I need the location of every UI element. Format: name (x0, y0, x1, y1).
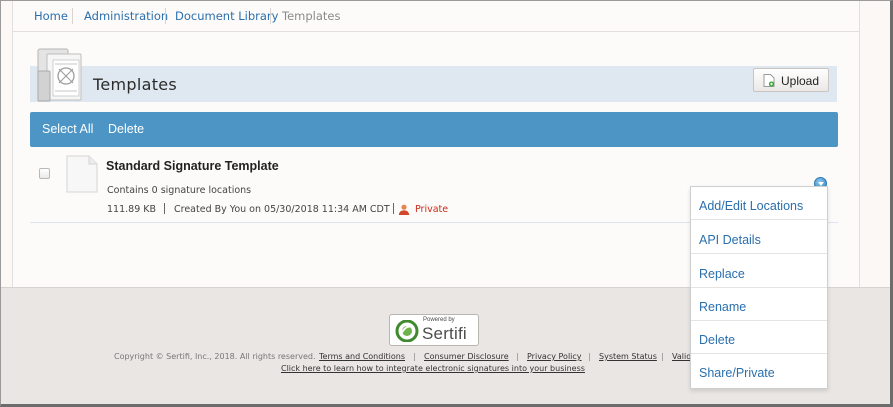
footer-link-terms[interactable]: Terms and Conditions (319, 352, 405, 361)
menu-item-share-private[interactable]: Share/Private (691, 354, 827, 387)
menu-item-label: API Details (699, 233, 761, 247)
brand-name: Sertifi (422, 324, 467, 343)
upload-button-label: Upload (781, 74, 820, 88)
footer-separator: | (516, 352, 519, 361)
menu-item-rename[interactable]: Rename (691, 288, 827, 321)
footer-link-system-status[interactable]: System Status (599, 352, 657, 361)
menu-item-add-edit-locations[interactable]: Add/Edit Locations (691, 187, 827, 220)
upload-file-icon (763, 74, 775, 87)
document-created: Created By You on 05/30/2018 11:34 AM CD… (174, 204, 390, 215)
menu-item-replace[interactable]: Replace (691, 255, 827, 288)
breadcrumb-separator (270, 8, 271, 24)
breadcrumb-separator (72, 8, 73, 24)
breadcrumb-templates: Templates (282, 9, 341, 23)
breadcrumb-document-library[interactable]: Document Library (175, 9, 278, 23)
menu-item-label: Add/Edit Locations (699, 199, 804, 213)
breadcrumb-home[interactable]: Home (34, 9, 68, 23)
footer-link-privacy-policy[interactable]: Privacy Policy (527, 352, 582, 361)
page-title: Templates (93, 75, 178, 94)
footer-link-valid[interactable]: Valid (672, 352, 691, 361)
menu-item-label: Delete (699, 333, 736, 347)
footer-link-consumer-disclosure[interactable]: Consumer Disclosure (424, 352, 509, 361)
sertifi-logo-icon (395, 320, 419, 342)
menu-item-delete[interactable]: Delete (691, 321, 827, 354)
document-icon (66, 155, 98, 193)
document-description: Contains 0 signature locations (107, 185, 252, 196)
sertifi-logo[interactable]: Powered by Sertifi (389, 314, 479, 346)
private-user-icon (398, 204, 410, 215)
row-checkbox[interactable] (39, 168, 50, 179)
row-actions-menu: Add/Edit Locations API Details Replace R… (690, 186, 828, 389)
private-label[interactable]: Private (415, 204, 448, 215)
powered-by-text: Powered by (423, 317, 455, 323)
meta-separator (393, 203, 394, 214)
menu-item-label: Rename (699, 300, 747, 314)
breadcrumb-administration[interactable]: Administration (84, 9, 168, 23)
copyright-text: Copyright © Sertifi, Inc., 2018. All rig… (114, 352, 316, 361)
templates-folder-icon (37, 48, 82, 102)
document-size: 111.89 KB (107, 204, 157, 215)
upload-button[interactable]: Upload (753, 68, 829, 92)
footer-separator: | (413, 352, 416, 361)
delete-button[interactable]: Delete (108, 122, 144, 136)
action-bar (30, 112, 838, 147)
document-name[interactable]: Standard Signature Template (106, 159, 279, 173)
menu-item-label: Replace (699, 267, 745, 281)
footer-separator: | (588, 352, 591, 361)
footer-separator: | (661, 352, 664, 361)
menu-item-label: Share/Private (699, 366, 775, 380)
footer-link-integrate[interactable]: Click here to learn how to integrate ele… (281, 364, 585, 373)
select-all-button[interactable]: Select All (42, 122, 93, 136)
menu-item-api-details[interactable]: API Details (691, 221, 827, 254)
breadcrumb-separator (165, 8, 166, 24)
meta-separator (164, 203, 165, 214)
